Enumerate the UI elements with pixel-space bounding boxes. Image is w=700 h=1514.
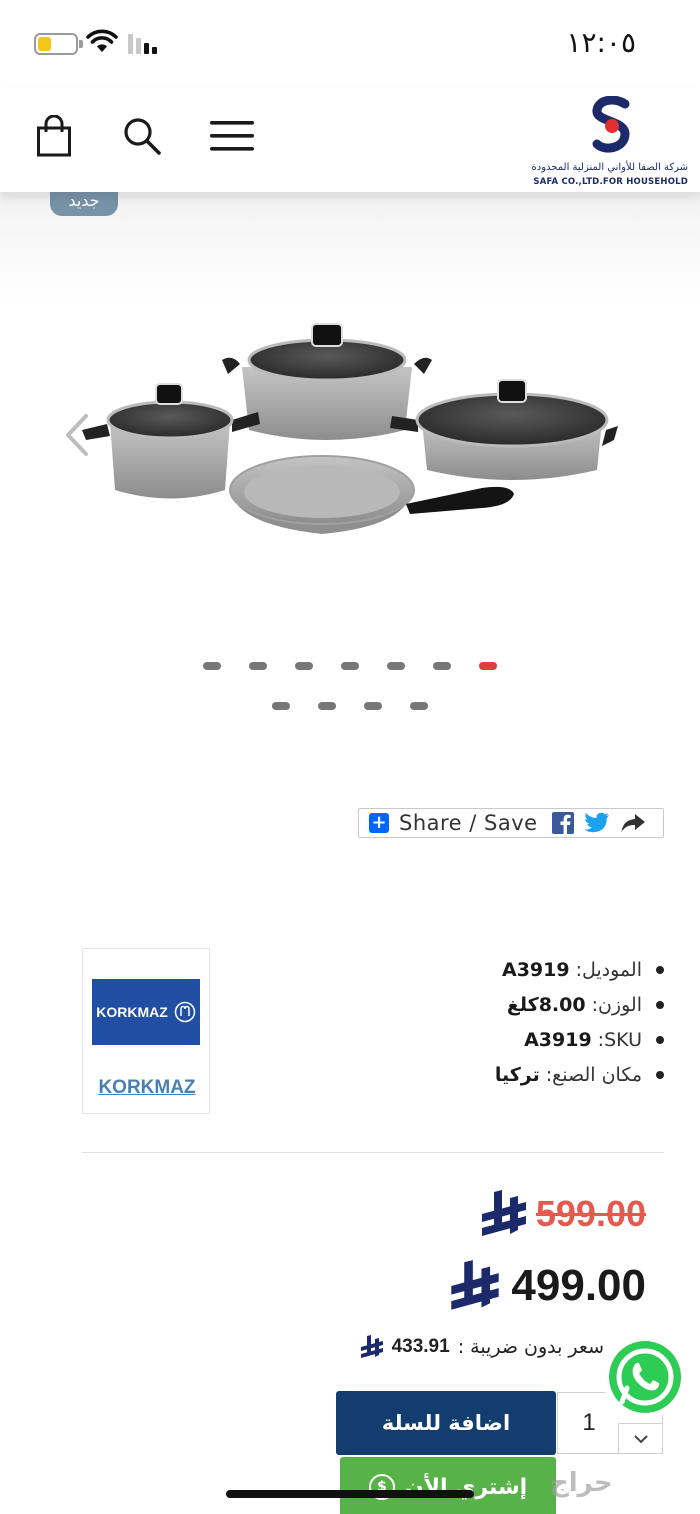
riyal-icon [481,1190,526,1236]
share-arrow-icon[interactable] [620,812,646,834]
add-to-cart-button[interactable]: اضافة للسلة [336,1391,556,1455]
buy-now-button[interactable]: إشتري الأن $ [340,1457,556,1514]
pagination-dot[interactable] [433,662,451,670]
whatsapp-icon[interactable] [600,1332,690,1422]
current-price-value: 499.00 [511,1261,646,1310]
pagination-dot[interactable] [341,662,359,670]
search-button[interactable] [118,112,166,160]
status-time: ١٢:٠٥ [566,26,636,59]
site-header: شركة الصفا للأواني المنزلية المحدودة SAF… [0,88,700,192]
gallery-pagination [0,662,700,712]
quantity-decrease-button[interactable] [618,1423,662,1453]
brand-logo-text: KORKMAZ [96,1004,168,1020]
cart-icon [37,115,71,157]
share-icons [551,812,646,834]
spec-sku: SKU: A3919 [304,1022,664,1057]
spec-weight: الوزن: 8.00كلغ [304,987,664,1022]
pagination-row [0,662,700,672]
status-bar: ١٢:٠٥ [0,0,700,88]
divider [82,1152,664,1153]
logo-english-name: SAFA CO.,LTD.FOR HOUSEHOLD [533,177,688,187]
plus-icon: + [369,813,389,833]
spec-value: تركيا [494,1063,540,1086]
spec-origin: مكان الصنع: تركيا [304,1057,664,1092]
tax-label: سعر بدون ضريبة : [457,1336,604,1358]
pagination-dot[interactable] [410,702,428,710]
old-price: 599.00 [480,1188,646,1240]
pagination-dot[interactable] [318,702,336,710]
brand-link[interactable]: KORKMAZ [83,1077,211,1099]
spec-label: مكان الصنع: [545,1063,642,1086]
brand-box: KORKMAZ KORKMAZ [82,948,210,1114]
spec-label: الموديل: [575,958,642,981]
spec-value: 8.00كلغ [506,993,586,1016]
pagination-dot[interactable] [295,662,313,670]
pagination-dot-active[interactable] [479,662,497,670]
home-indicator [226,1490,474,1498]
gallery-prev-arrow[interactable] [60,410,94,460]
riyal-icon [360,1335,383,1358]
cart-button[interactable] [30,112,78,160]
product-gallery: جديد [0,176,700,752]
menu-icon [210,121,254,151]
safa-logo-mark [592,96,630,153]
pagination-dot[interactable] [203,662,221,670]
riyal-icon [451,1260,500,1310]
pagination-row [0,702,700,712]
wifi-icon [86,29,118,52]
chevron-down-icon [633,1434,648,1443]
product-image-cookware-set[interactable] [62,312,622,552]
korkmaz-emblem-icon [174,1001,196,1023]
product-specs: الموديل: A3919 الوزن: 8.00كلغ SKU: A3919… [304,952,664,1092]
pagination-dot[interactable] [364,702,382,710]
korkmaz-logo[interactable]: KORKMAZ [92,979,200,1045]
old-price-value: 599.00 [535,1193,646,1234]
watermark: حراج [550,1468,613,1498]
current-price: 499.00 [449,1258,646,1314]
share-label: Share / Save [399,811,538,835]
logo-arabic-name: شركة الصفا للأواني المنزلية المحدودة [531,162,688,173]
tax-value: 433.91 [391,1336,450,1357]
spec-label: الوزن: [591,993,642,1016]
menu-button[interactable] [208,112,256,160]
battery-level-fill [38,37,51,51]
safa-logo[interactable]: شركة الصفا للأواني المنزلية المحدودة SAF… [532,94,692,188]
search-icon [124,118,161,155]
facebook-icon[interactable] [551,812,574,834]
pagination-dot[interactable] [272,702,290,710]
spec-value: A3919 [524,1028,592,1051]
pagination-dot[interactable] [387,662,405,670]
spec-label: SKU: [597,1028,642,1051]
share-save-button[interactable]: + Share / Save [358,808,664,838]
price-without-tax: سعر بدون ضريبة : 433.91 [360,1334,604,1360]
spec-value: A3919 [501,958,570,981]
pagination-dot[interactable] [249,662,267,670]
twitter-icon[interactable] [584,812,610,834]
spec-model: الموديل: A3919 [304,952,664,987]
cellular-signal-icon [128,34,160,54]
battery-icon [34,33,83,55]
